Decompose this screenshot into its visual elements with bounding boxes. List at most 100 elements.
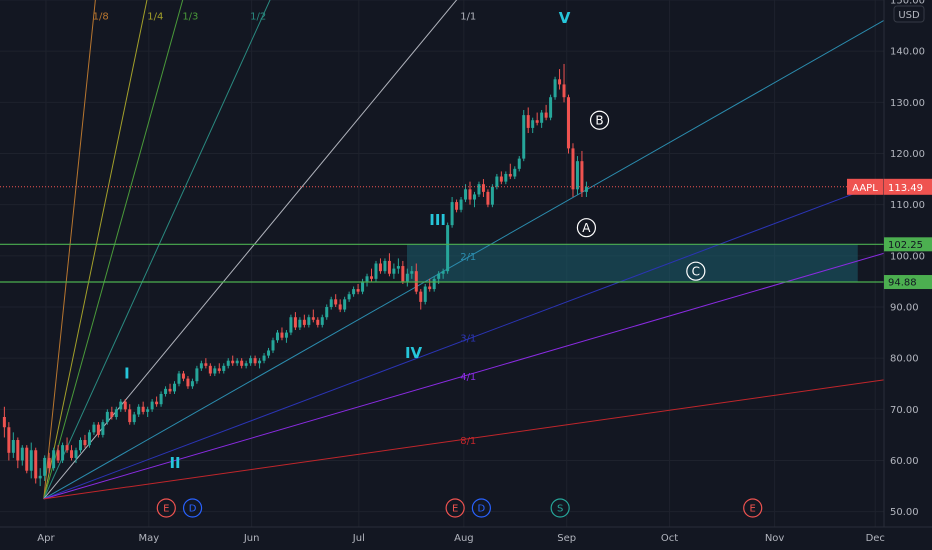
candle-body bbox=[446, 225, 450, 272]
wave-label: III bbox=[429, 211, 446, 229]
candle-body bbox=[481, 184, 485, 192]
candle-body bbox=[289, 317, 293, 333]
candle-body bbox=[52, 450, 56, 469]
candle-body bbox=[190, 381, 194, 387]
candle-body bbox=[392, 268, 396, 274]
candle-body bbox=[378, 263, 382, 272]
price-tick-label: 90.00 bbox=[890, 302, 919, 313]
candle-body bbox=[275, 332, 279, 341]
candle-body bbox=[472, 194, 476, 200]
candle-body bbox=[92, 424, 96, 433]
price-tick-label: 110.00 bbox=[890, 200, 925, 211]
candle-body bbox=[137, 406, 141, 415]
candle-body bbox=[213, 368, 217, 374]
candle-body bbox=[508, 173, 512, 177]
fan-label: 1/1 bbox=[460, 11, 476, 22]
candle-body bbox=[280, 332, 284, 338]
candle-body bbox=[20, 447, 24, 461]
candle-body bbox=[267, 350, 271, 356]
candle-body bbox=[459, 199, 463, 210]
candle-body bbox=[396, 266, 400, 269]
candle-body bbox=[271, 340, 275, 351]
price-tick-label: 70.00 bbox=[890, 405, 919, 416]
price-tick-label: 60.00 bbox=[890, 456, 919, 467]
candle-body bbox=[347, 294, 351, 300]
candle-body bbox=[244, 363, 248, 366]
candle-body bbox=[432, 278, 436, 290]
candle-body bbox=[2, 416, 6, 428]
candle-body bbox=[423, 286, 427, 302]
price-axis-bg bbox=[884, 0, 932, 550]
candle-body bbox=[34, 450, 38, 479]
candle-body bbox=[343, 299, 347, 310]
candle-body bbox=[11, 440, 15, 453]
abc-label: A bbox=[582, 221, 591, 235]
time-tick-label: May bbox=[138, 533, 159, 544]
candle-body bbox=[405, 273, 409, 282]
candle-body bbox=[311, 317, 315, 320]
candle-body bbox=[168, 388, 172, 392]
candle-body bbox=[414, 271, 418, 292]
candle-body bbox=[159, 393, 163, 405]
candle-body bbox=[114, 409, 118, 417]
candle-body bbox=[374, 263, 378, 279]
candle-body bbox=[401, 266, 405, 282]
candle-body bbox=[338, 304, 342, 310]
candle-body bbox=[298, 319, 302, 328]
candle-body bbox=[526, 115, 530, 128]
wave-label: IV bbox=[405, 344, 423, 362]
candle-body bbox=[419, 291, 423, 302]
candle-body bbox=[437, 273, 441, 279]
candle-body bbox=[181, 373, 185, 379]
fan-label: 1/4 bbox=[147, 11, 163, 22]
time-tick-label: Jul bbox=[352, 533, 365, 544]
candle-body bbox=[522, 115, 526, 159]
target-zone-rect bbox=[406, 244, 858, 283]
time-axis[interactable]: Apr May Jun Jul Aug Sep Oct Nov Dec bbox=[0, 526, 932, 550]
candle-body bbox=[61, 445, 65, 461]
candle-body bbox=[119, 401, 123, 410]
candle-body bbox=[74, 450, 78, 458]
candle-body bbox=[293, 317, 297, 328]
candle-body bbox=[177, 373, 181, 384]
candle-body bbox=[352, 289, 356, 295]
candle-body bbox=[199, 363, 203, 369]
fan-label: 3/1 bbox=[460, 334, 476, 345]
fan-line-1-3 bbox=[43, 0, 184, 499]
event-marker-label: E bbox=[452, 504, 458, 515]
candle-body bbox=[164, 388, 168, 394]
price-axis[interactable]: 50.00 60.00 70.00 80.00 90.00 100.00 110.00 120… bbox=[883, 0, 932, 550]
candle-body bbox=[235, 360, 239, 364]
candle-body bbox=[490, 186, 494, 205]
time-tick-label: Apr bbox=[37, 533, 55, 544]
candle-body bbox=[56, 450, 60, 461]
candle-body bbox=[110, 411, 114, 417]
candle-body bbox=[208, 365, 212, 374]
candle-body bbox=[562, 84, 566, 98]
event-markers[interactable]: EDEDSE bbox=[156, 498, 763, 518]
candle-body bbox=[262, 355, 266, 361]
candle-body bbox=[231, 360, 235, 364]
candle-body bbox=[441, 271, 445, 274]
candle-body bbox=[141, 406, 145, 412]
candle-body bbox=[535, 120, 539, 123]
fan-label: 1/8 bbox=[93, 11, 109, 22]
candle-body bbox=[334, 299, 338, 305]
event-marker-label: S bbox=[557, 504, 563, 515]
candle-body bbox=[96, 424, 100, 435]
price-chart[interactable]: 1/8 1/4 1/3 1/2 1/1 2/1 3/1 4/1 8/1 102.25 94.88 A… bbox=[0, 0, 932, 550]
candle-body bbox=[477, 184, 481, 195]
candle-body bbox=[155, 401, 159, 405]
candle-body bbox=[584, 186, 588, 192]
candle-body bbox=[383, 260, 387, 272]
candle-body bbox=[544, 112, 548, 118]
candle-body bbox=[329, 299, 333, 307]
event-marker-label: E bbox=[750, 504, 756, 515]
wave-label: II bbox=[169, 454, 180, 472]
wave-label: V bbox=[559, 9, 571, 27]
candle-body bbox=[29, 450, 33, 471]
candle-body bbox=[217, 368, 221, 371]
price-tick-label: 50.00 bbox=[890, 507, 919, 518]
candle-body bbox=[302, 319, 306, 325]
candle-body bbox=[307, 317, 311, 325]
